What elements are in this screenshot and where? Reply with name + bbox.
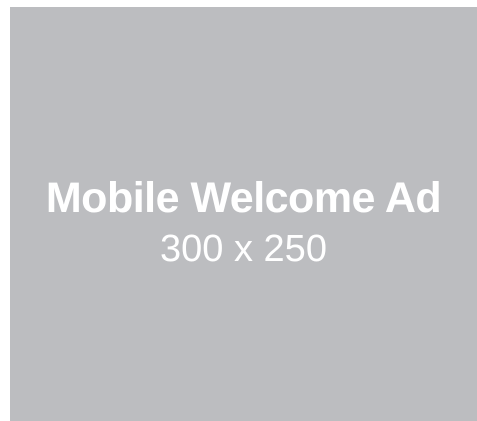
ad-title: Mobile Welcome Ad	[45, 174, 442, 222]
ad-placeholder[interactable]: Mobile Welcome Ad 300 x 250	[10, 7, 477, 421]
ad-size-label: 300 x 250	[160, 228, 327, 270]
